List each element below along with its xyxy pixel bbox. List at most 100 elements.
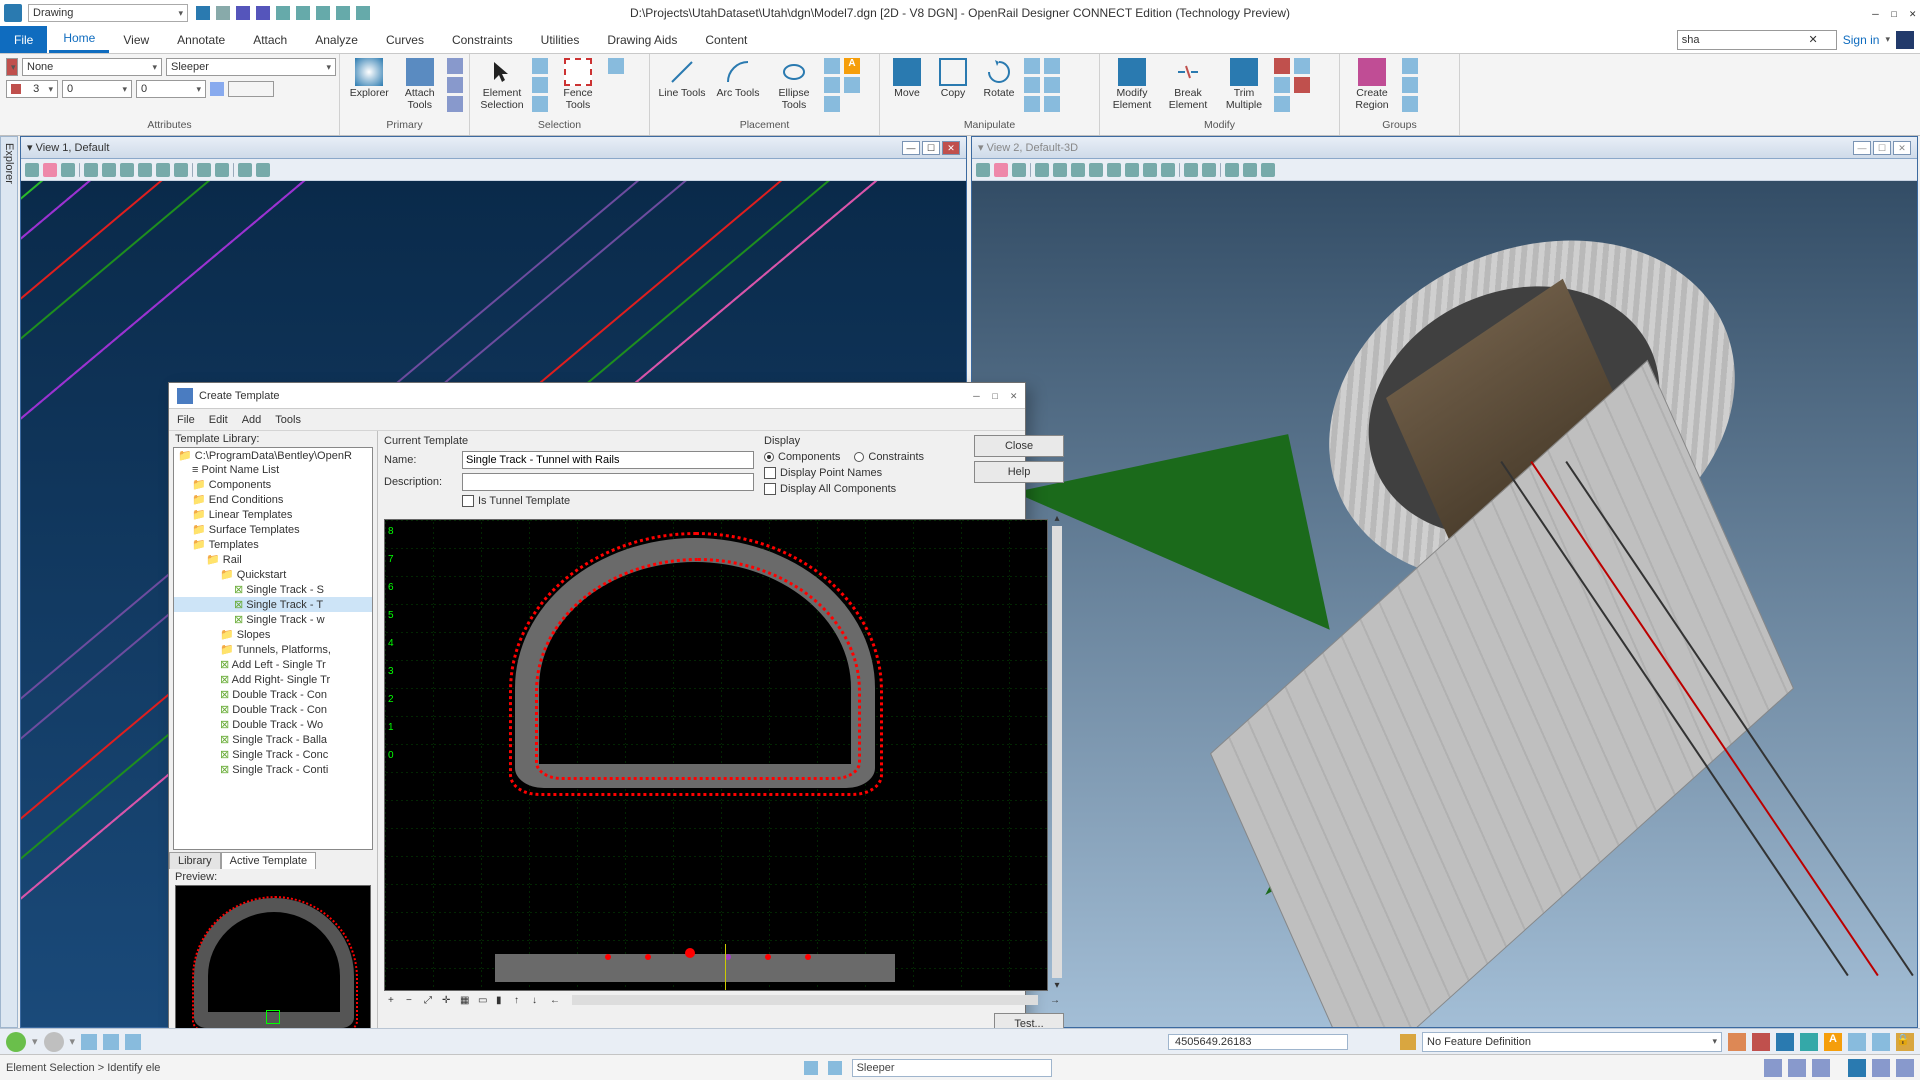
scroll-down-icon[interactable]: ▾ [1050,980,1064,991]
toggle1-icon[interactable] [1728,1033,1746,1051]
tree-node[interactable]: Single Track - Conti [174,762,372,777]
trim-multiple-button[interactable]: Trim Multiple [1218,58,1270,111]
tree-node[interactable]: Templates [174,537,372,552]
scroll-up-icon[interactable]: ▴ [1050,513,1064,524]
tab-drawing-aids[interactable]: Drawing Aids [593,26,691,53]
dialog-min-icon[interactable]: — [973,389,980,402]
minimize-icon[interactable]: — [1872,7,1879,20]
coordinate-readout[interactable]: 4505649.26183 [1168,1034,1348,1050]
menu-add[interactable]: Add [242,414,262,426]
tree-node[interactable]: Add Left - Single Tr [174,657,372,672]
explorer-button[interactable]: Explorer [346,58,393,100]
move-to-contact-icon[interactable] [1044,96,1060,112]
rotate-view-icon[interactable] [174,163,188,177]
hatch-icon[interactable] [824,96,840,112]
tree-node[interactable]: End Conditions [174,492,372,507]
fence-stretch-icon[interactable] [608,58,624,74]
toggle6-icon[interactable] [1872,1033,1890,1051]
menu-tools[interactable]: Tools [275,414,301,426]
gtb-center-icon[interactable]: ✛ [442,995,452,1005]
save-settings-icon[interactable] [256,6,270,20]
tree-node[interactable]: Rail [174,552,372,567]
view-next-icon[interactable] [1202,163,1216,177]
radio-constraints[interactable] [854,452,864,462]
open-icon[interactable] [216,6,230,20]
help-button[interactable]: Help [974,461,1064,483]
view-attributes-icon[interactable] [976,163,990,177]
is-tunnel-checkbox[interactable] [462,495,474,507]
save-icon[interactable] [236,6,250,20]
window-area-icon[interactable] [1089,163,1103,177]
toggle5-icon[interactable] [1848,1033,1866,1051]
gtb-left-icon[interactable]: ← [550,995,560,1005]
view1-max-icon[interactable]: ☐ [922,141,940,155]
tree-node[interactable]: Slopes [174,627,372,642]
view-toggle-icon[interactable]: ▾ [27,141,33,154]
models-icon[interactable] [447,58,463,74]
color-swatch[interactable] [6,58,18,76]
gtb-right-icon[interactable]: → [1050,995,1060,1005]
tree-node[interactable]: Single Track - w [174,612,372,627]
element-selection-button[interactable]: Element Selection [476,58,528,111]
references-icon[interactable] [447,77,463,93]
tree-node[interactable]: Tunnels, Platforms, [174,642,372,657]
maximize-icon[interactable]: ☐ [1891,7,1898,20]
select-by-attr-icon[interactable] [532,96,548,112]
menu-edit[interactable]: Edit [209,414,228,426]
explorer-panel-tab[interactable]: Explorer [0,136,18,1028]
modify-element-button[interactable]: Modify Element [1106,58,1158,111]
clip-volume-icon[interactable] [1243,163,1257,177]
tree-node[interactable]: Single Track - Balla [174,732,372,747]
arc-tools-button[interactable]: Arc Tools [712,58,764,100]
rotate-view-icon[interactable] [1161,163,1175,177]
fit-view-icon[interactable] [120,163,134,177]
close-icon[interactable]: ✕ [1909,7,1916,20]
display-style-icon[interactable] [994,163,1008,177]
zoom-out-icon[interactable] [1053,163,1067,177]
tree-node[interactable]: Components [174,477,372,492]
tab-analyze[interactable]: Analyze [301,26,372,53]
sb-icon-2[interactable] [1788,1059,1806,1077]
display-style-icon[interactable] [43,163,57,177]
gtb-sub-icon[interactable]: − [406,995,416,1005]
clip-volume-icon[interactable] [256,163,270,177]
search-input[interactable]: sha✕ [1677,30,1837,50]
file-tab[interactable]: File [0,26,47,53]
tree-node[interactable]: Single Track - S [174,582,372,597]
create-region-button[interactable]: Create Region [1346,58,1398,111]
tree-node[interactable]: Surface Templates [174,522,372,537]
tab-content[interactable]: Content [691,26,761,53]
tree-node[interactable]: Double Track - Con [174,702,372,717]
sign-in-link[interactable]: Sign in [1843,33,1880,47]
sb-icon-3[interactable] [1812,1059,1830,1077]
chamfer-icon[interactable] [1294,58,1310,74]
sb-icon-1[interactable] [1764,1059,1782,1077]
tab-home[interactable]: Home [49,26,109,53]
template-desc-input[interactable] [462,473,754,491]
tab-utilities[interactable]: Utilities [527,26,594,53]
walk-icon[interactable] [1125,163,1139,177]
template-graph[interactable]: 8765 43210 [384,519,1048,991]
dialog-close-icon[interactable]: ✕ [1010,389,1017,402]
nav-tool3-icon[interactable] [125,1034,141,1050]
template-tree[interactable]: C:\ProgramData\Bentley\OpenRPoint Name L… [173,447,373,850]
transparency-icon[interactable] [210,82,224,96]
view-next-icon[interactable] [215,163,229,177]
model-dropdown[interactable]: Drawing [28,4,188,22]
levels-icon[interactable] [447,96,463,112]
redo-icon[interactable] [296,6,310,20]
tab-attach[interactable]: Attach [239,26,301,53]
gtb-grid-icon[interactable]: ▦ [460,995,470,1005]
sb-icon-5[interactable] [1872,1059,1890,1077]
tree-node[interactable]: Double Track - Wo [174,717,372,732]
tree-node[interactable]: Double Track - Con [174,687,372,702]
tab-constraints[interactable]: Constraints [438,26,527,53]
pan-icon[interactable] [1107,163,1121,177]
place-text-icon[interactable]: A [844,58,860,74]
active-level-readout[interactable]: Sleeper [852,1059,1052,1077]
tab-view[interactable]: View [109,26,163,53]
array-icon[interactable] [1024,96,1040,112]
extend-icon[interactable] [1274,77,1290,93]
new-icon[interactable] [196,6,210,20]
toggle3-icon[interactable] [1776,1033,1794,1051]
